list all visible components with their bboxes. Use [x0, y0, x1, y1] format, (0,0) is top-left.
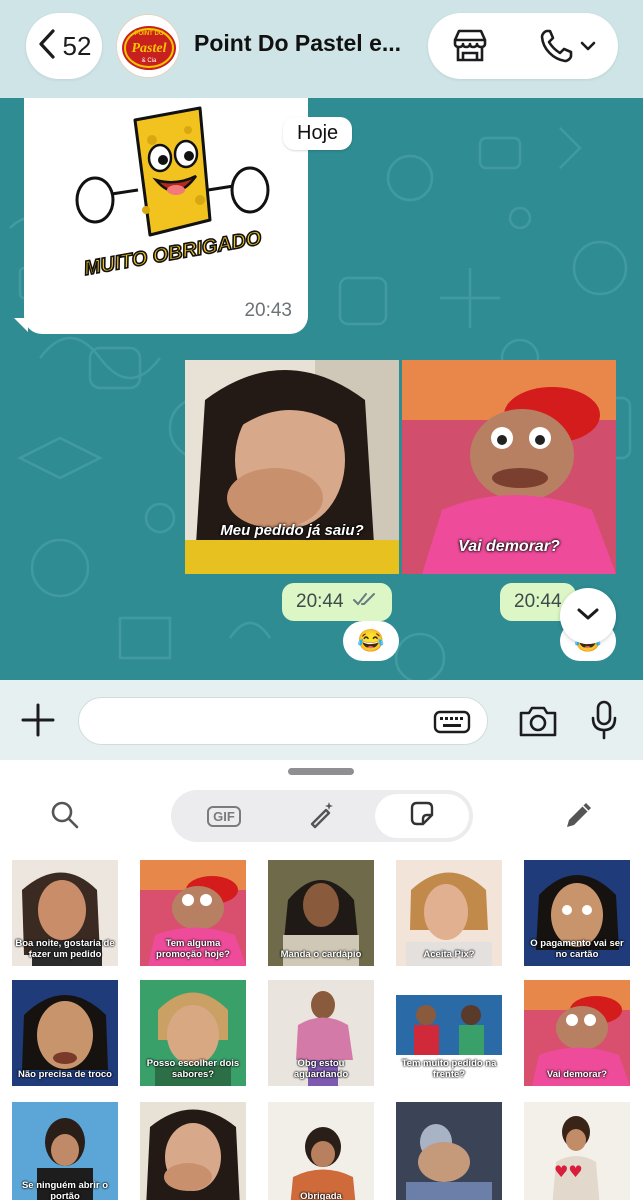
message-time-pill: 20:44: [282, 583, 392, 621]
chat-title[interactable]: Point Do Pastel e...: [194, 30, 401, 57]
sticker-caption: Posso escolher dois sabores?: [146, 1058, 240, 1080]
tab-stickers[interactable]: [375, 794, 469, 838]
magic-pen-icon: [307, 799, 337, 834]
message-field[interactable]: [78, 697, 488, 745]
chat-area[interactable]: MUITO OBRIGADO 20:43 Hoje Meu pedido já …: [0, 98, 643, 680]
sticker-item[interactable]: Não precisa de troco: [12, 980, 118, 1086]
back-button[interactable]: 52: [26, 13, 102, 79]
sticker-caption: Meu pedido já saiu?: [220, 522, 364, 539]
sticker-thumbnail: ♥♥: [524, 1102, 630, 1200]
sticker-item[interactable]: [396, 1102, 502, 1200]
sticker-item[interactable]: O pagamento vai ser no cartão: [524, 860, 630, 966]
message-input[interactable]: [95, 698, 435, 744]
phone-call-icon[interactable]: [538, 27, 600, 70]
chevron-down-icon: [580, 41, 596, 51]
sticker-thumbnail: [268, 1102, 374, 1200]
reaction-badge[interactable]: 😂: [343, 621, 399, 661]
pencil-icon[interactable]: [562, 798, 596, 837]
sticker-caption: Boa noite, gostaria de fazer um pedido: [15, 938, 115, 960]
sticker-item[interactable]: Obrigada: [268, 1102, 374, 1200]
sticker-item[interactable]: Boa noite, gostaria de fazer um pedido: [12, 860, 118, 966]
plus-icon[interactable]: [20, 702, 56, 743]
keyboard-icon[interactable]: [433, 710, 471, 739]
sticker-caption: Não precisa de troco: [18, 1069, 112, 1080]
svg-text:POINT DO: POINT DO: [134, 31, 163, 37]
tab-ai-stickers[interactable]: [275, 794, 369, 838]
svg-text:MUITO OBRIGADO: MUITO OBRIGADO: [82, 227, 263, 280]
tab-gif[interactable]: GIF: [177, 794, 271, 838]
camera-icon[interactable]: [518, 704, 558, 743]
sticker-icon: [407, 799, 437, 834]
search-icon[interactable]: [50, 800, 80, 835]
svg-text:& Cia: & Cia: [142, 58, 157, 64]
sticker-item[interactable]: Tem muito pedido na frente?: [396, 980, 502, 1086]
gif-label: GIF: [207, 805, 241, 827]
media-type-selector: GIF: [171, 790, 473, 842]
sticker-item[interactable]: Se ninguém abrir o portão: [12, 1102, 118, 1200]
scroll-to-bottom-button[interactable]: [560, 588, 616, 644]
svg-text:Pastel: Pastel: [132, 41, 167, 56]
muito-obrigado-sticker: MUITO OBRIGADO: [75, 106, 270, 281]
sticker-caption: Vai demorar?: [546, 1069, 608, 1080]
panel-grabber[interactable]: [288, 768, 354, 775]
sticker-caption: Obg estou aguardando: [293, 1058, 349, 1080]
sticker-caption: Tem alguma promoção hoje?: [156, 938, 230, 960]
sticker-item[interactable]: Tem alguma promoção hoje?: [140, 860, 246, 966]
incoming-sticker-message[interactable]: MUITO OBRIGADO 20:43: [24, 98, 308, 334]
sticker-caption: Aceita Pix?: [423, 949, 475, 960]
outgoing-sticker-2[interactable]: Vai demorar?: [402, 360, 616, 574]
sticker-item[interactable]: ♥♥: [524, 1102, 630, 1200]
sticker-thumbnail: [396, 1102, 502, 1200]
sticker-item[interactable]: Vai demorar?: [524, 980, 630, 1086]
sticker-item[interactable]: Aceita Pix?: [396, 860, 502, 966]
svg-text:♥♥: ♥♥: [554, 1162, 583, 1181]
sticker-item[interactable]: Posso escolher dois sabores?: [140, 980, 246, 1086]
outgoing-sticker-1[interactable]: Meu pedido já saiu?: [185, 360, 399, 574]
sticker-grid: Boa noite, gostaria de fazer um pedido T…: [0, 860, 643, 1200]
storefront-icon[interactable]: [450, 26, 490, 71]
crying-person-sticker: [185, 360, 399, 574]
sticker-caption: Obrigada: [300, 1191, 342, 1200]
sticker-caption: O pagamento vai ser no cartão: [530, 938, 624, 960]
bubble-tail: [14, 318, 28, 332]
sticker-item[interactable]: Manda o cardápio: [268, 860, 374, 966]
message-time: 20:44: [514, 591, 562, 612]
chevron-left-icon: [37, 28, 57, 65]
sticker-caption: Manda o cardápio: [280, 949, 362, 960]
contact-avatar[interactable]: POINT DO Pastel & Cia: [116, 14, 180, 78]
microphone-icon[interactable]: [590, 700, 618, 745]
sticker-panel: GIF Boa noite, gostaria de fazer um pedi…: [0, 760, 643, 1200]
chevron-down-icon: [576, 606, 600, 627]
sticker-caption: Se ninguém abrir o portão: [21, 1180, 109, 1200]
sticker-caption: Vai demorar?: [458, 538, 560, 555]
sticker-thumbnail: [140, 1102, 246, 1200]
chat-header: 52 POINT DO Pastel & Cia Point Do Pastel…: [0, 0, 643, 98]
sticker-item[interactable]: Obg estou aguardando: [268, 980, 374, 1086]
point-do-pastel-logo: POINT DO Pastel & Cia: [117, 15, 179, 77]
double-check-icon: [352, 591, 378, 613]
date-chip: Hoje: [283, 117, 353, 150]
header-actions: [428, 13, 618, 79]
message-time: 20:44: [296, 591, 344, 612]
unread-count: 52: [62, 30, 92, 61]
message-input-bar: [0, 680, 643, 760]
sticker-item[interactable]: [140, 1102, 246, 1200]
message-time: 20:43: [244, 300, 292, 321]
sticker-caption: Tem muito pedido na frente?: [401, 1058, 497, 1080]
